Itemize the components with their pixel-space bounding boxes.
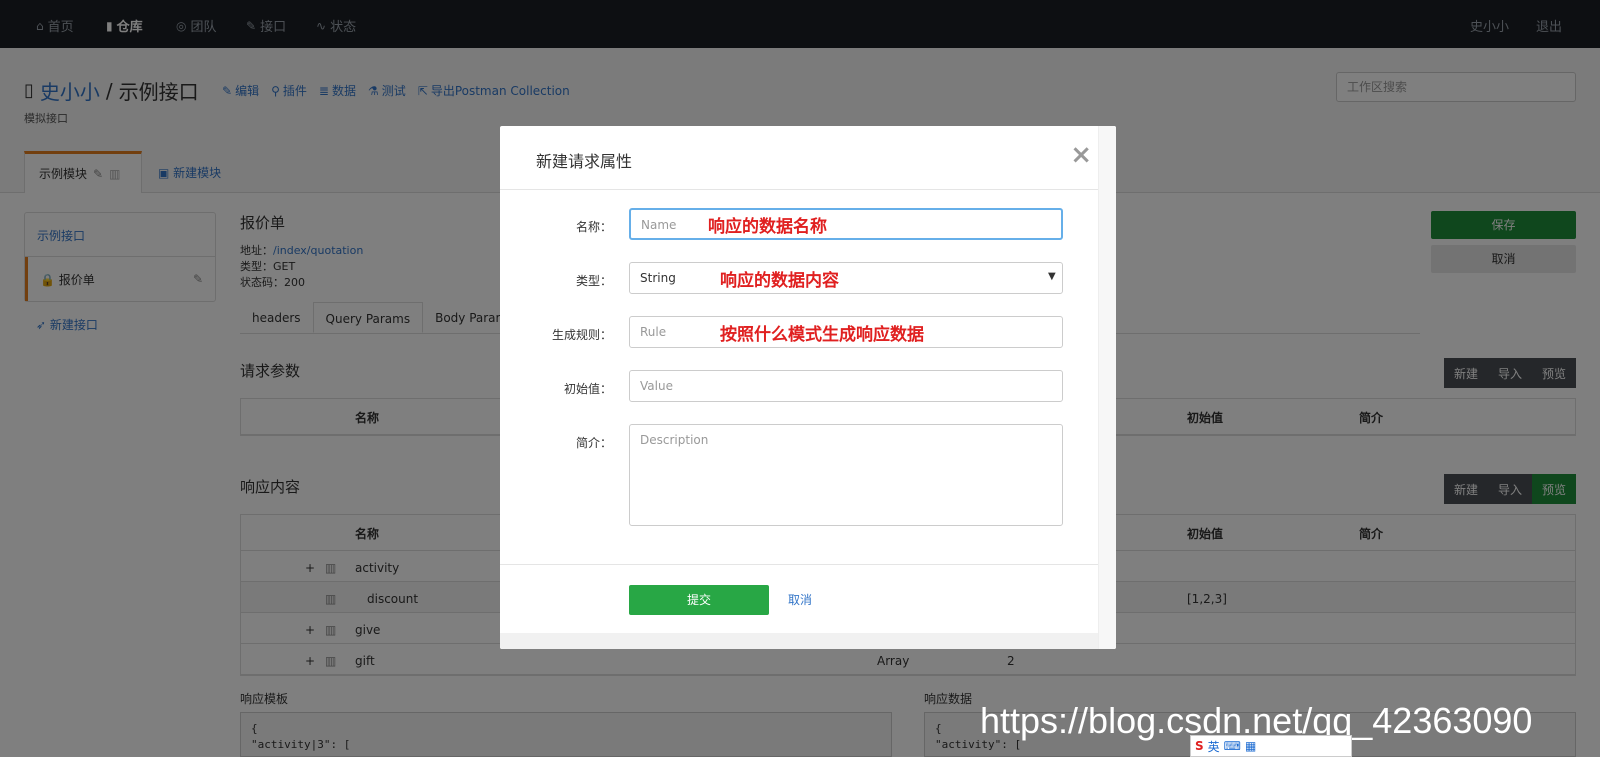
modal-vertical-scrollbar[interactable] bbox=[1098, 126, 1116, 649]
caret-down-icon: ▼ bbox=[1048, 271, 1056, 282]
modal-header: 新建请求属性 × bbox=[500, 126, 1116, 190]
modal-cancel-link[interactable]: 取消 bbox=[788, 591, 812, 608]
value-input[interactable]: Value bbox=[629, 370, 1063, 402]
submit-button[interactable]: 提交 bbox=[629, 585, 769, 615]
ime-toolbar[interactable]: S 英 ⌨ ▦ bbox=[1190, 735, 1352, 757]
name-input[interactable]: Name bbox=[629, 208, 1063, 240]
rule-annotation: 按照什么模式生成响应数据 bbox=[720, 325, 924, 345]
type-annotation: 响应的数据内容 bbox=[720, 271, 839, 291]
modal-horizontal-scrollbar[interactable] bbox=[500, 633, 1098, 649]
keyboard-icon[interactable]: ⌨ bbox=[1224, 739, 1241, 753]
ime-logo-icon: S bbox=[1195, 739, 1204, 753]
name-annotation: 响应的数据名称 bbox=[708, 217, 827, 237]
type-select[interactable]: String bbox=[629, 262, 1063, 294]
modal-title: 新建请求属性 bbox=[536, 152, 633, 171]
grid-icon[interactable]: ▦ bbox=[1245, 739, 1256, 753]
modal-footer-divider bbox=[500, 564, 1098, 565]
description-textarea[interactable]: Description bbox=[629, 424, 1063, 526]
new-property-modal: 新建请求属性 × 名称： Name 响应的数据名称 类型： String ▼ 响… bbox=[500, 126, 1116, 649]
close-icon[interactable]: × bbox=[1070, 140, 1092, 170]
